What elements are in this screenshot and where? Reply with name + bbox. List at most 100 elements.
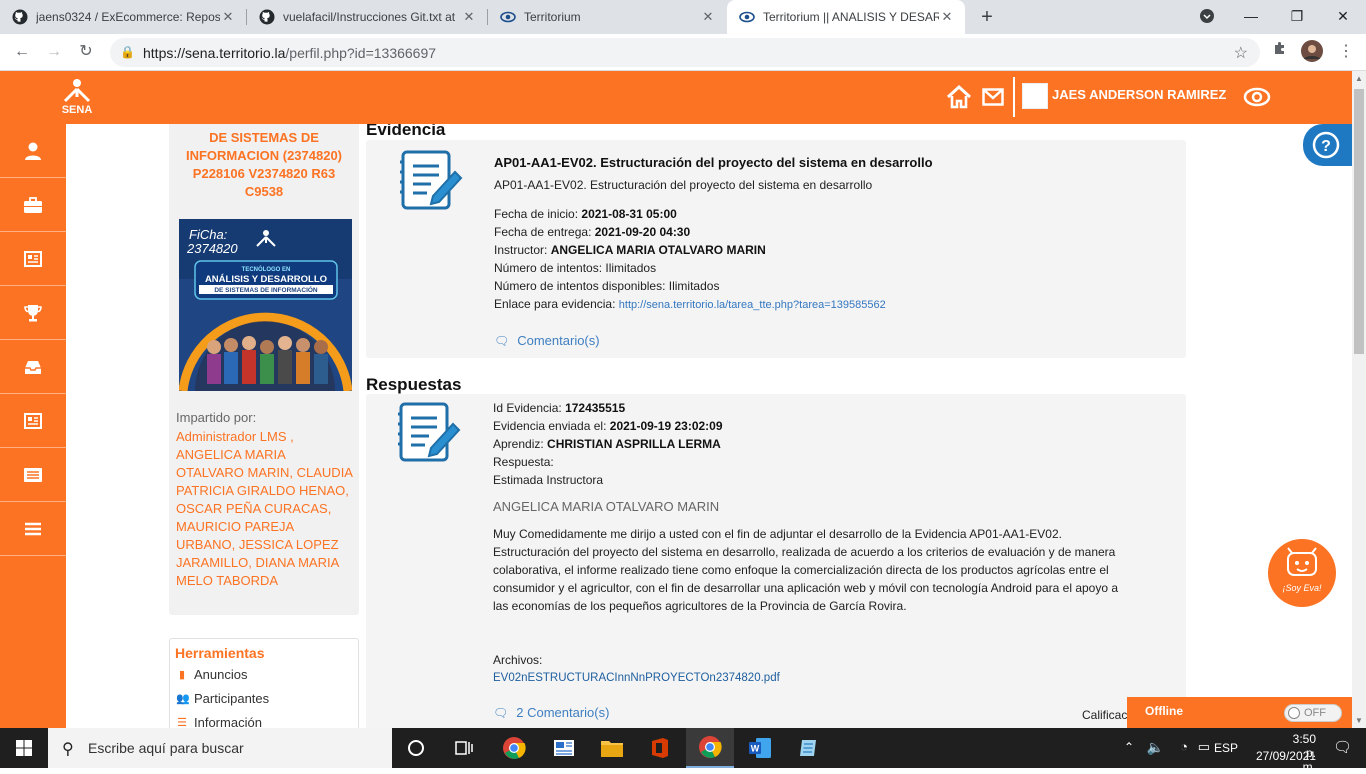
scroll-up-icon[interactable]: ▲ <box>1355 74 1363 83</box>
bookmark-icon: ▮ <box>178 668 186 681</box>
user-icon <box>25 142 41 160</box>
enlace-row: Enlace para evidencia: http://sena.terri… <box>494 297 886 311</box>
browser-tab-4-active[interactable]: Territorium || ANALISIS Y DESARR ✕ <box>727 0 965 34</box>
help-button[interactable]: ? <box>1303 124 1352 166</box>
task-view-icon[interactable] <box>440 728 488 768</box>
forward-arrow-icon[interactable]: → <box>42 40 66 64</box>
list-icon: ☰ <box>177 716 187 729</box>
logo-text: SENA <box>62 104 93 116</box>
back-arrow-icon[interactable]: ← <box>10 40 34 64</box>
sena-logo[interactable]: SENA <box>55 77 99 117</box>
rail-trophy[interactable] <box>0 286 66 340</box>
territorium-eye-icon[interactable] <box>1243 85 1271 109</box>
bookmark-star-icon[interactable]: ☆ <box>1234 43 1248 63</box>
page-scrollbar[interactable]: ▲ ▼ <box>1352 71 1366 728</box>
evidencia-title: AP01-AA1-EV02. Estructuración del proyec… <box>494 155 933 170</box>
site-header: SENA JAES ANDERSON RAMIREZ <box>0 71 1352 124</box>
browser-tab-1[interactable]: jaens0324 / ExEcommerce: Repos ✕ <box>0 0 246 34</box>
close-icon[interactable]: ✕ <box>461 9 477 25</box>
rail-list[interactable] <box>0 448 66 502</box>
calificacion-label: Calificac <box>1082 708 1128 722</box>
cortana-icon[interactable] <box>392 728 440 768</box>
user-name[interactable]: JAES ANDERSON RAMIREZ <box>1052 87 1226 102</box>
archivo-link[interactable]: EV02nESTRUCTURACInnNnPROYECTOn2374820.pd… <box>493 669 780 687</box>
close-window-button[interactable]: ✕ <box>1320 0 1366 32</box>
evidencia-link[interactable]: http://sena.territorio.la/tarea_tte.php?… <box>619 299 886 311</box>
clock-date[interactable]: 27/09/2021 <box>1256 749 1316 763</box>
enviada-row: Evidencia enviada el: 2021-09-19 23:02:0… <box>493 419 723 433</box>
respuesta-comments-link[interactable]: 🗨 2 Comentario(s) <box>493 705 609 720</box>
file-explorer-icon[interactable] <box>588 728 636 768</box>
minimize-button[interactable]: — <box>1228 0 1274 32</box>
list-card-icon <box>24 467 42 482</box>
home-icon[interactable] <box>946 85 972 109</box>
inbox-icon <box>25 360 41 374</box>
mail-icon[interactable] <box>982 87 1004 107</box>
browser-tab-3[interactable]: Territorium ✕ <box>488 0 726 34</box>
chevron-up-icon[interactable]: ⌃ <box>1124 740 1134 754</box>
rail-reports[interactable] <box>0 394 66 448</box>
tab-title: Territorium <box>524 10 581 24</box>
instructors-list[interactable]: Administrador LMS , ANGELICA MARIA OTALV… <box>176 428 354 590</box>
user-avatar[interactable] <box>1022 83 1048 109</box>
rail-briefcase[interactable] <box>0 178 66 232</box>
taskbar-search[interactable]: ⚲ Escribe aquí para buscar <box>48 728 392 768</box>
close-icon[interactable]: ✕ <box>700 9 716 25</box>
course-title[interactable]: ANALISIS Y DESARROLLO DE SISTEMAS DE INF… <box>175 124 353 201</box>
respuesta-panel: Id Evidencia: 172435515 Evidencia enviad… <box>366 394 1186 728</box>
chat-offline-bar[interactable]: Offline OFF <box>1127 697 1352 728</box>
notepad-app-icon[interactable] <box>784 728 832 768</box>
profile-avatar[interactable] <box>1300 40 1324 64</box>
close-icon[interactable]: ✕ <box>939 9 955 25</box>
news-app-icon[interactable] <box>540 728 588 768</box>
fecha-inicio-row: Fecha de inicio: 2021-08-31 05:00 <box>494 207 677 221</box>
rail-menu[interactable] <box>0 502 66 556</box>
windows-taskbar: ⚲ Escribe aquí para buscar W ⌃ 🔈 ◔ ▭ ESP… <box>0 728 1366 774</box>
extensions-puzzle-icon[interactable] <box>1268 40 1292 64</box>
evidencia-panel: AP01-AA1-EV02. Estructuración del proyec… <box>366 140 1186 358</box>
tools-card: Herramientas ▮ Anuncios 👥 Participantes … <box>169 638 359 728</box>
battery-icon[interactable]: ▭ <box>1198 739 1210 755</box>
rail-inbox[interactable] <box>0 340 66 394</box>
evidencia-subtitle: AP01-AA1-EV02. Estructuración del proyec… <box>494 178 873 192</box>
chrome-active-icon[interactable] <box>686 728 734 768</box>
trophy-icon <box>24 304 42 321</box>
word-icon[interactable]: W <box>736 728 784 768</box>
search-icon: ⚲ <box>62 741 74 758</box>
speaker-icon[interactable]: 🔈 <box>1147 739 1164 756</box>
tool-anuncios[interactable]: ▮ Anuncios <box>176 667 248 682</box>
evidencia-comments-link[interactable]: 🗨 Comentario(s) <box>494 333 600 348</box>
destinatario-text: ANGELICA MARIA OTALVARO MARIN <box>493 499 720 514</box>
browser-toolbar: ← → ↻ 🔒 https://sena.territorio.la/perfi… <box>0 34 1366 71</box>
scroll-thumb[interactable] <box>1354 89 1364 354</box>
address-bar[interactable]: 🔒 https://sena.territorio.la/perfil.php?… <box>110 38 1260 67</box>
office-icon[interactable] <box>636 728 684 768</box>
rail-profile[interactable] <box>0 124 66 178</box>
newspaper-icon <box>24 412 42 429</box>
browser-menu-icon[interactable]: ⋮ <box>1334 40 1358 64</box>
windows-start-button[interactable] <box>0 728 48 768</box>
tool-participantes[interactable]: 👥 Participantes <box>176 691 269 706</box>
tool-informacion[interactable]: ☰ Información <box>176 715 262 728</box>
course-card: ANALISIS Y DESARROLLO DE SISTEMAS DE INF… <box>169 124 359 615</box>
offline-toggle[interactable]: OFF <box>1284 704 1342 722</box>
chrome-icon[interactable] <box>490 728 538 768</box>
browser-tab-2[interactable]: vuelafacil/Instrucciones Git.txt at ✕ <box>247 0 487 34</box>
new-tab-button[interactable]: + <box>976 6 998 28</box>
restore-button[interactable]: ❐ <box>1274 0 1320 32</box>
eva-assistant-button[interactable]: ¡Soy Eva! <box>1268 539 1336 607</box>
close-icon[interactable]: ✕ <box>220 9 236 25</box>
id-evidencia-row: Id Evidencia: 172435515 <box>493 401 626 415</box>
wifi-icon[interactable]: ◔ <box>1180 739 1188 754</box>
scroll-down-icon[interactable]: ▼ <box>1355 716 1363 725</box>
language-indicator[interactable]: ESP <box>1214 741 1238 755</box>
notification-icon[interactable]: 🗨 <box>1333 738 1352 756</box>
profile-dropdown-icon[interactable] <box>1184 0 1230 32</box>
newspaper-icon <box>24 250 42 267</box>
reload-icon[interactable]: ↻ <box>74 40 98 64</box>
page-content: ANALISIS Y DESARROLLO DE SISTEMAS DE INF… <box>66 124 1352 728</box>
rail-news[interactable] <box>0 232 66 286</box>
left-navigation-rail <box>0 124 66 728</box>
search-placeholder: Escribe aquí para buscar <box>88 740 244 756</box>
url-text: https://sena.territorio.la/perfil.php?id… <box>143 45 437 61</box>
